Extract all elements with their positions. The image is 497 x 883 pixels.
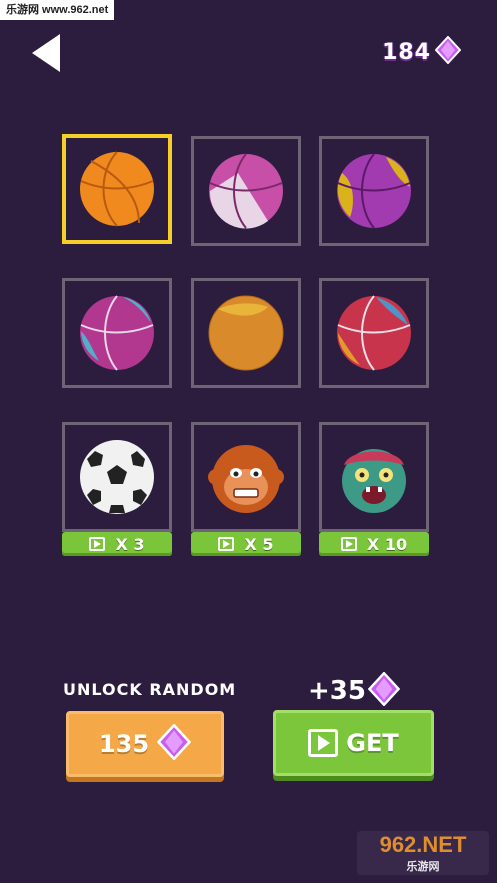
- back-button[interactable]: [28, 32, 64, 74]
- get-label: GET: [346, 729, 399, 757]
- watermark-logo-text: 962.NET: [379, 832, 467, 857]
- back-arrow-icon: [32, 34, 60, 72]
- ball-slot-9[interactable]: X 10: [319, 422, 429, 556]
- reward-amount: +35: [308, 676, 366, 706]
- soccer-ball-icon: [79, 439, 155, 515]
- gems-counter: 184: [382, 35, 462, 68]
- ball-slot-3[interactable]: [319, 136, 429, 246]
- ball-slot-6[interactable]: [319, 278, 429, 388]
- ball-slot-1[interactable]: [62, 134, 172, 244]
- video-unlock-tag[interactable]: X 3: [62, 532, 172, 556]
- video-unlock-tag[interactable]: X 10: [319, 532, 429, 556]
- video-play-icon: [218, 537, 235, 551]
- watermark-top: 乐游网 www.962.net: [0, 0, 115, 20]
- unlock-cost: 135: [98, 730, 150, 758]
- gem-icon: [367, 671, 401, 710]
- red-blue-basketball-icon: [336, 295, 412, 371]
- ball-slot-4[interactable]: [62, 278, 172, 388]
- unlock-random-button[interactable]: 135: [66, 711, 224, 777]
- reward-label: +35: [308, 671, 401, 710]
- gems-value: 184: [382, 39, 431, 65]
- ball-slot-5[interactable]: [191, 278, 301, 388]
- monkey-ball-icon: [208, 439, 284, 515]
- ball-slot-8[interactable]: X 5: [191, 422, 301, 556]
- video-play-icon: [308, 729, 339, 757]
- video-play-icon: [340, 537, 357, 551]
- gem-icon: [434, 35, 462, 68]
- video-unlock-count: X 5: [244, 534, 274, 554]
- video-play-icon: [89, 537, 106, 551]
- pink-white-basketball-icon: [208, 153, 284, 229]
- get-gems-button[interactable]: GET: [273, 710, 434, 776]
- gem-icon: [156, 723, 192, 764]
- watermark-logo: 962.NET 乐游网: [357, 831, 489, 875]
- ball-slot-2[interactable]: [191, 136, 301, 246]
- orange-basketball-icon: [79, 151, 155, 227]
- orange-yellow-ball-icon: [208, 295, 284, 371]
- video-unlock-count: X 10: [366, 534, 408, 554]
- zombie-ball-icon: [336, 439, 412, 515]
- unlock-random-label: UNLOCK RANDOM: [63, 680, 237, 699]
- watermark-logo-subtext: 乐游网: [406, 861, 440, 873]
- purple-yellow-basketball-icon: [336, 153, 412, 229]
- ball-slot-7[interactable]: X 3: [62, 422, 172, 556]
- video-unlock-tag[interactable]: X 5: [191, 532, 301, 556]
- pink-blue-basketball-icon: [79, 295, 155, 371]
- video-unlock-count: X 3: [115, 534, 145, 554]
